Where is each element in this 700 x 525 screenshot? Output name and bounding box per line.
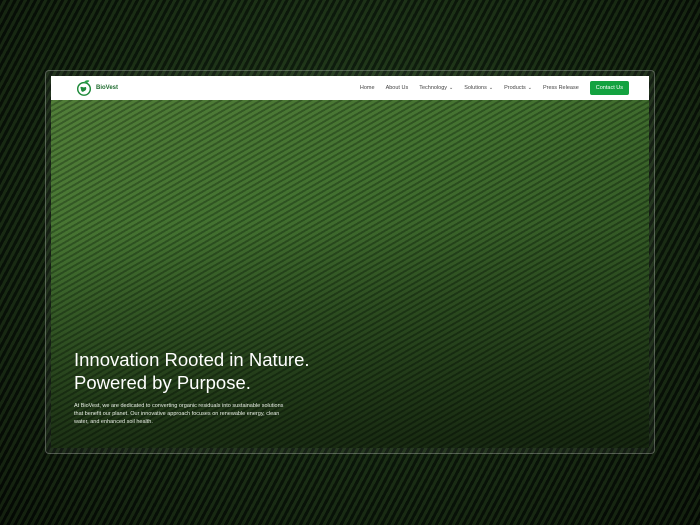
brand-name: BioVest	[96, 85, 119, 91]
nav-about-us[interactable]: About Us	[386, 85, 409, 91]
website-page: BioVest Home About Us Technology ⌄ Soluti…	[51, 76, 649, 448]
nav-technology[interactable]: Technology ⌄	[419, 85, 453, 91]
chevron-down-icon: ⌄	[449, 85, 454, 91]
nav-technology-label: Technology	[419, 85, 448, 91]
globe-leaf-icon	[76, 80, 92, 96]
chevron-down-icon: ⌄	[527, 85, 532, 91]
hero-title: Innovation Rooted in Nature. Powered by P…	[74, 348, 310, 394]
logo[interactable]: BioVest	[75, 79, 118, 97]
nav-solutions[interactable]: Solutions ⌄	[464, 85, 493, 91]
chevron-down-icon: ⌄	[488, 85, 494, 91]
hero-section: Innovation Rooted in Nature. Powered by P…	[74, 348, 310, 426]
nav-solutions-label: Solutions	[464, 85, 487, 91]
hero-title-line1: Innovation Rooted in Nature.	[74, 349, 310, 370]
nav-products-label: Products	[504, 85, 526, 91]
nav-press-release[interactable]: Press Release	[543, 85, 579, 91]
nav-products[interactable]: Products ⌄	[504, 85, 532, 91]
contact-us-button[interactable]: Contact Us	[589, 81, 629, 95]
hero-title-line2: Powered by Purpose.	[74, 372, 251, 393]
main-menu: Home About Us Technology ⌄ Solutions ⌄ Pro…	[360, 81, 629, 95]
navbar: BioVest Home About Us Technology ⌄ Soluti…	[51, 76, 649, 100]
hero-description: At BioVest, we are dedicated to converti…	[74, 403, 284, 425]
nav-home[interactable]: Home	[360, 85, 375, 91]
